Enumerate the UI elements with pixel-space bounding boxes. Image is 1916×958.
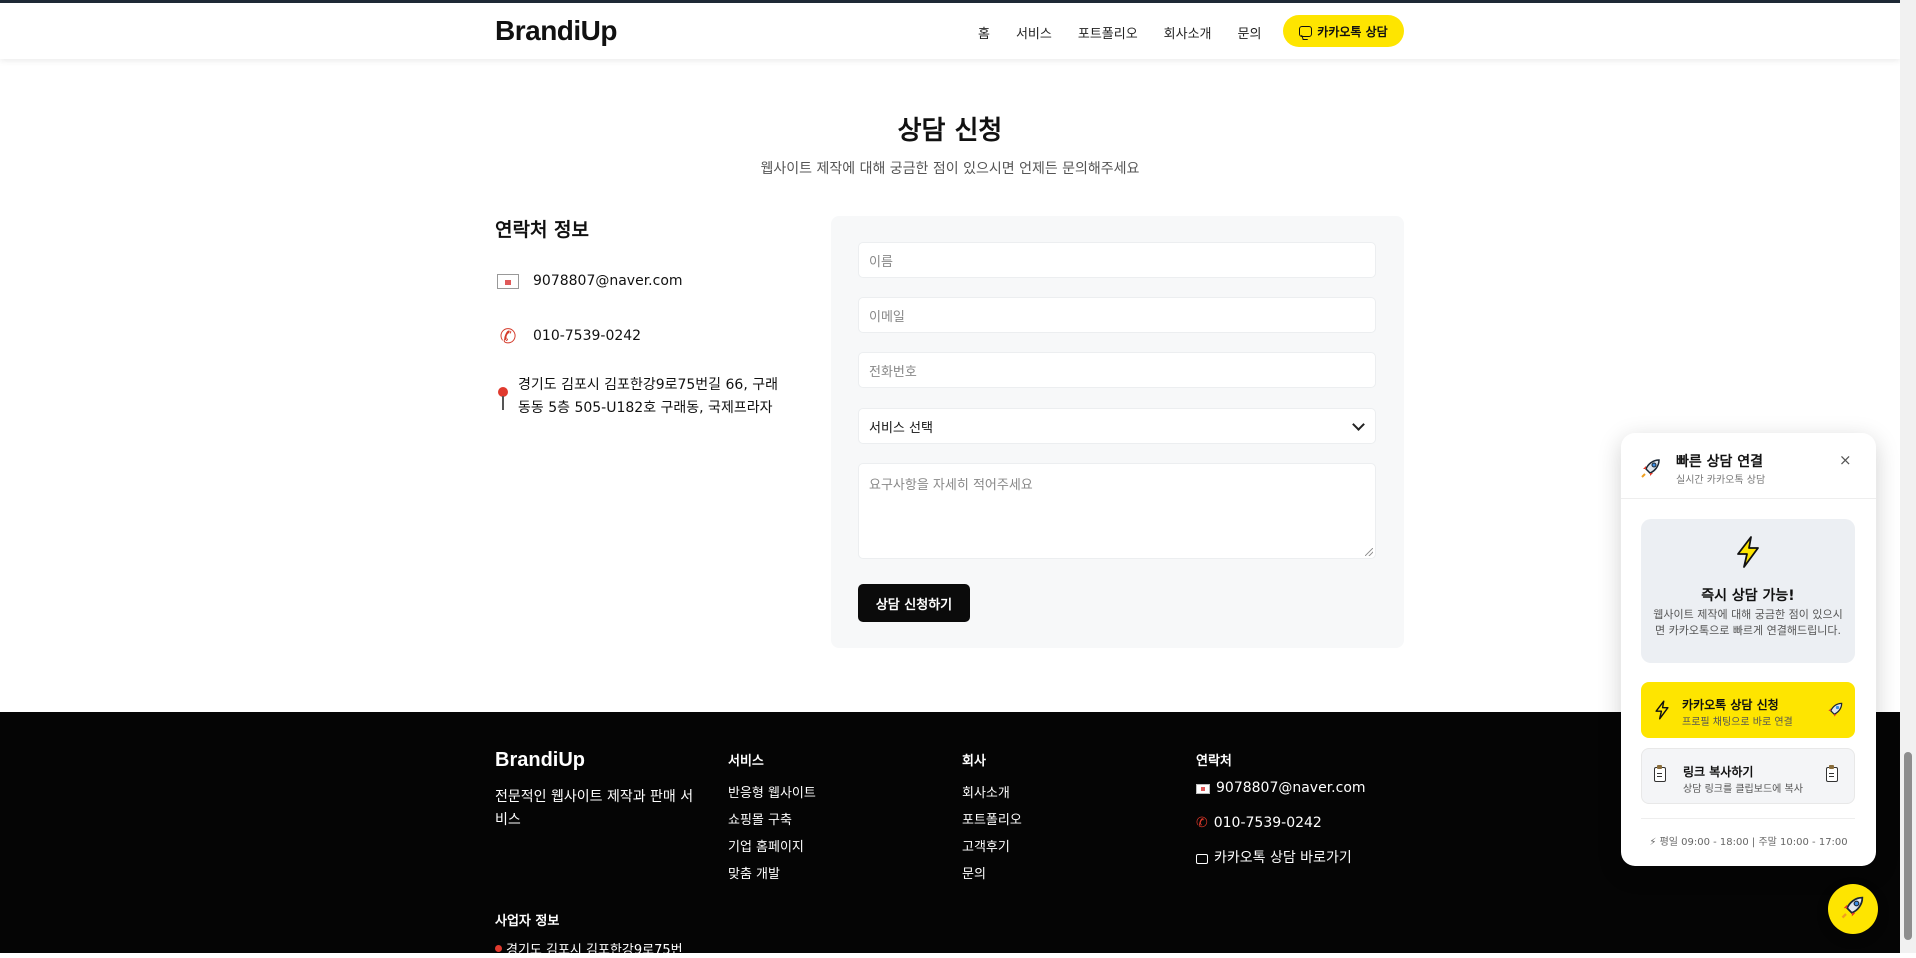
business-hours-text: 평일 09:00 - 18:00 | 주말 10:00 - 17:00 [1659, 837, 1848, 848]
chat-icon [1299, 25, 1313, 37]
footer-company-col: 회사 회사소개 포트폴리오 고객후기 문의 [962, 750, 1022, 888]
footer-email-row: 9078807@naver.com [1196, 771, 1366, 806]
popup-subtitle: 실시간 카카오톡 상담 [1676, 475, 1766, 486]
site-footer: BrandiUp 전문적인 웹사이트 제작과 판매 서비스 서비스 반응형 웹사… [0, 712, 1900, 958]
footer-description: 전문적인 웹사이트 제작과 판매 서비스 [495, 789, 694, 828]
contact-email-row: 9078807@naver.com [495, 270, 683, 293]
message-textarea[interactable]: 요구사항을 자세히 적어주세요 [858, 463, 1376, 559]
footer-services-col: 서비스 반응형 웹사이트 쇼핑몰 구축 기업 홈페이지 맞춤 개발 [728, 750, 816, 888]
nav-about[interactable]: 회사소개 [1164, 23, 1212, 42]
business-info-title: 사업자 정보 [495, 914, 560, 929]
site-logo[interactable]: BrandiUp [495, 15, 618, 47]
contact-phone: 010-7539-0242 [533, 328, 642, 344]
instant-consult-card: 즉시 상담 가능! 웹사이트 제작에 대해 궁금한 점이 있으시면 카카오톡으로… [1641, 519, 1855, 663]
rocket-icon [1825, 700, 1845, 724]
footer-link-shopping[interactable]: 쇼핑몰 구축 [728, 807, 816, 834]
footer-logo: BrandiUp [495, 749, 585, 771]
contact-info-title: 연락처 정보 [495, 219, 590, 241]
contact-email: 9078807@naver.com [533, 273, 683, 289]
footer-link-about[interactable]: 회사소개 [962, 780, 1022, 807]
nav-home[interactable]: 홈 [978, 23, 990, 42]
footer-phone-row: ✆ 010-7539-0242 [1196, 806, 1366, 841]
kakao-consult-label: 카카오톡 상담 [1317, 24, 1388, 39]
submit-button[interactable]: 상담 신청하기 [858, 584, 970, 622]
nav-contact[interactable]: 문의 [1238, 23, 1262, 42]
copy-link-sub: 상담 링크를 클립보드에 복사 [1683, 784, 1803, 795]
footer-link-portfolio[interactable]: 포트폴리오 [962, 807, 1022, 834]
contact-address-row: 경기도 김포시 김포한강9로75번길 66, 구래 동동 5층 505-U182… [495, 374, 778, 420]
phone-icon: ✆ [499, 324, 517, 348]
site-header: BrandiUp 홈 서비스 포트폴리오 회사소개 문의 카카오톡 상담 [0, 3, 1900, 59]
name-input[interactable]: 이름 [858, 242, 1376, 278]
footer-contact-col: 연락처 9078807@naver.com ✆ 010-7539-0242 카카… [1196, 750, 1366, 876]
pin-icon [495, 387, 511, 410]
footer-company-title: 회사 [962, 754, 986, 769]
address-line-2: 동동 5층 505-U182호 구래동, 국제프라자 [518, 400, 773, 416]
envelope-icon [495, 270, 521, 292]
footer-link-reviews[interactable]: 고객후기 [962, 834, 1022, 861]
business-hours: ⚡ 평일 09:00 - 18:00 | 주말 10:00 - 17:00 [1621, 833, 1876, 848]
copy-link-button[interactable]: 링크 복사하기 상담 링크를 클립보드에 복사 [1641, 748, 1855, 804]
floating-consult-button[interactable] [1828, 884, 1878, 934]
clipboard-icon [1654, 765, 1666, 782]
footer-link-custom[interactable]: 맞춤 개발 [728, 861, 816, 888]
kakao-consult-button[interactable]: 카카오톡 상담 [1283, 15, 1404, 47]
close-icon[interactable]: × [1839, 451, 1852, 469]
kakao-apply-title: 카카오톡 상담 신청 [1682, 698, 1779, 712]
section-subtitle: 웹사이트 제작에 대해 궁금한 점이 있으시면 언제든 문의해주세요 [760, 161, 1140, 177]
service-select[interactable]: 서비스 선택 [858, 408, 1376, 444]
popup-divider [1641, 818, 1855, 819]
rocket-icon [1639, 456, 1663, 484]
quick-consult-popup: 빠른 상담 연결 실시간 카카오톡 상담 × 즉시 상담 가능! 웹사이트 제작… [1621, 433, 1876, 866]
footer-kakao-link[interactable]: 카카오톡 상담 바로가기 [1196, 841, 1366, 876]
main-nav: 홈 서비스 포트폴리오 회사소개 문의 [978, 23, 1287, 42]
contact-phone-row: ✆ 010-7539-0242 [495, 324, 642, 348]
section-title: 상담 신청 [897, 116, 1003, 146]
footer-phone: 010-7539-0242 [1213, 815, 1322, 831]
service-select-value: 서비스 선택 [869, 420, 933, 436]
kakao-apply-sub: 프로필 채팅으로 바로 연결 [1682, 717, 1793, 728]
lightning-icon: ⚡ [1649, 837, 1657, 848]
footer-link-responsive[interactable]: 반응형 웹사이트 [728, 780, 816, 807]
popup-header: 빠른 상담 연결 실시간 카카오톡 상담 × [1621, 433, 1876, 499]
phone-input[interactable]: 전화번호 [858, 352, 1376, 388]
envelope-icon [1196, 783, 1210, 794]
footer-link-inquiry[interactable]: 문의 [962, 861, 1022, 888]
consult-form: 이름 이메일 전화번호 서비스 선택 요구사항을 자세히 적어주세요 상담 신청… [831, 216, 1404, 648]
email-input[interactable]: 이메일 [858, 297, 1376, 333]
nav-services[interactable]: 서비스 [1016, 23, 1052, 42]
chevron-down-icon [1352, 417, 1365, 431]
business-address: 경기도 김포시 김포한강9로75번 [495, 939, 683, 958]
copy-link-title: 링크 복사하기 [1683, 765, 1754, 779]
address-line-1: 경기도 김포시 김포한강9로75번길 66, 구래 [518, 377, 778, 393]
rocket-icon [1839, 893, 1867, 925]
phone-icon: ✆ [1196, 815, 1208, 831]
card-description: 웹사이트 제작에 대해 궁금한 점이 있으시면 카카오톡으로 빠르게 연결해드립… [1653, 608, 1843, 637]
pin-icon [495, 945, 502, 952]
card-title: 즉시 상담 가능! [1701, 588, 1795, 604]
business-address-text: 경기도 김포시 김포한강9로75번 [506, 943, 683, 958]
page-scrollbar[interactable] [1900, 0, 1916, 953]
footer-link-corporate[interactable]: 기업 홈페이지 [728, 834, 816, 861]
footer-kakao-label: 카카오톡 상담 바로가기 [1214, 850, 1352, 866]
footer-contact-title: 연락처 [1196, 754, 1232, 769]
lightning-icon [1653, 700, 1671, 724]
chat-icon [1196, 853, 1208, 864]
kakao-apply-button[interactable]: 카카오톡 상담 신청 프로필 채팅으로 바로 연결 [1641, 682, 1855, 738]
popup-title: 빠른 상담 연결 [1676, 454, 1764, 470]
nav-portfolio[interactable]: 포트폴리오 [1078, 23, 1138, 42]
scrollbar-thumb[interactable] [1904, 752, 1912, 940]
footer-services-title: 서비스 [728, 754, 764, 769]
message-placeholder: 요구사항을 자세히 적어주세요 [869, 478, 1033, 493]
lightning-icon [1733, 535, 1763, 573]
resize-handle-icon[interactable] [1365, 548, 1373, 556]
clipboard-icon [1826, 765, 1838, 782]
contact-address: 경기도 김포시 김포한강9로75번길 66, 구래 동동 5층 505-U182… [518, 374, 778, 420]
footer-email: 9078807@naver.com [1216, 780, 1366, 796]
